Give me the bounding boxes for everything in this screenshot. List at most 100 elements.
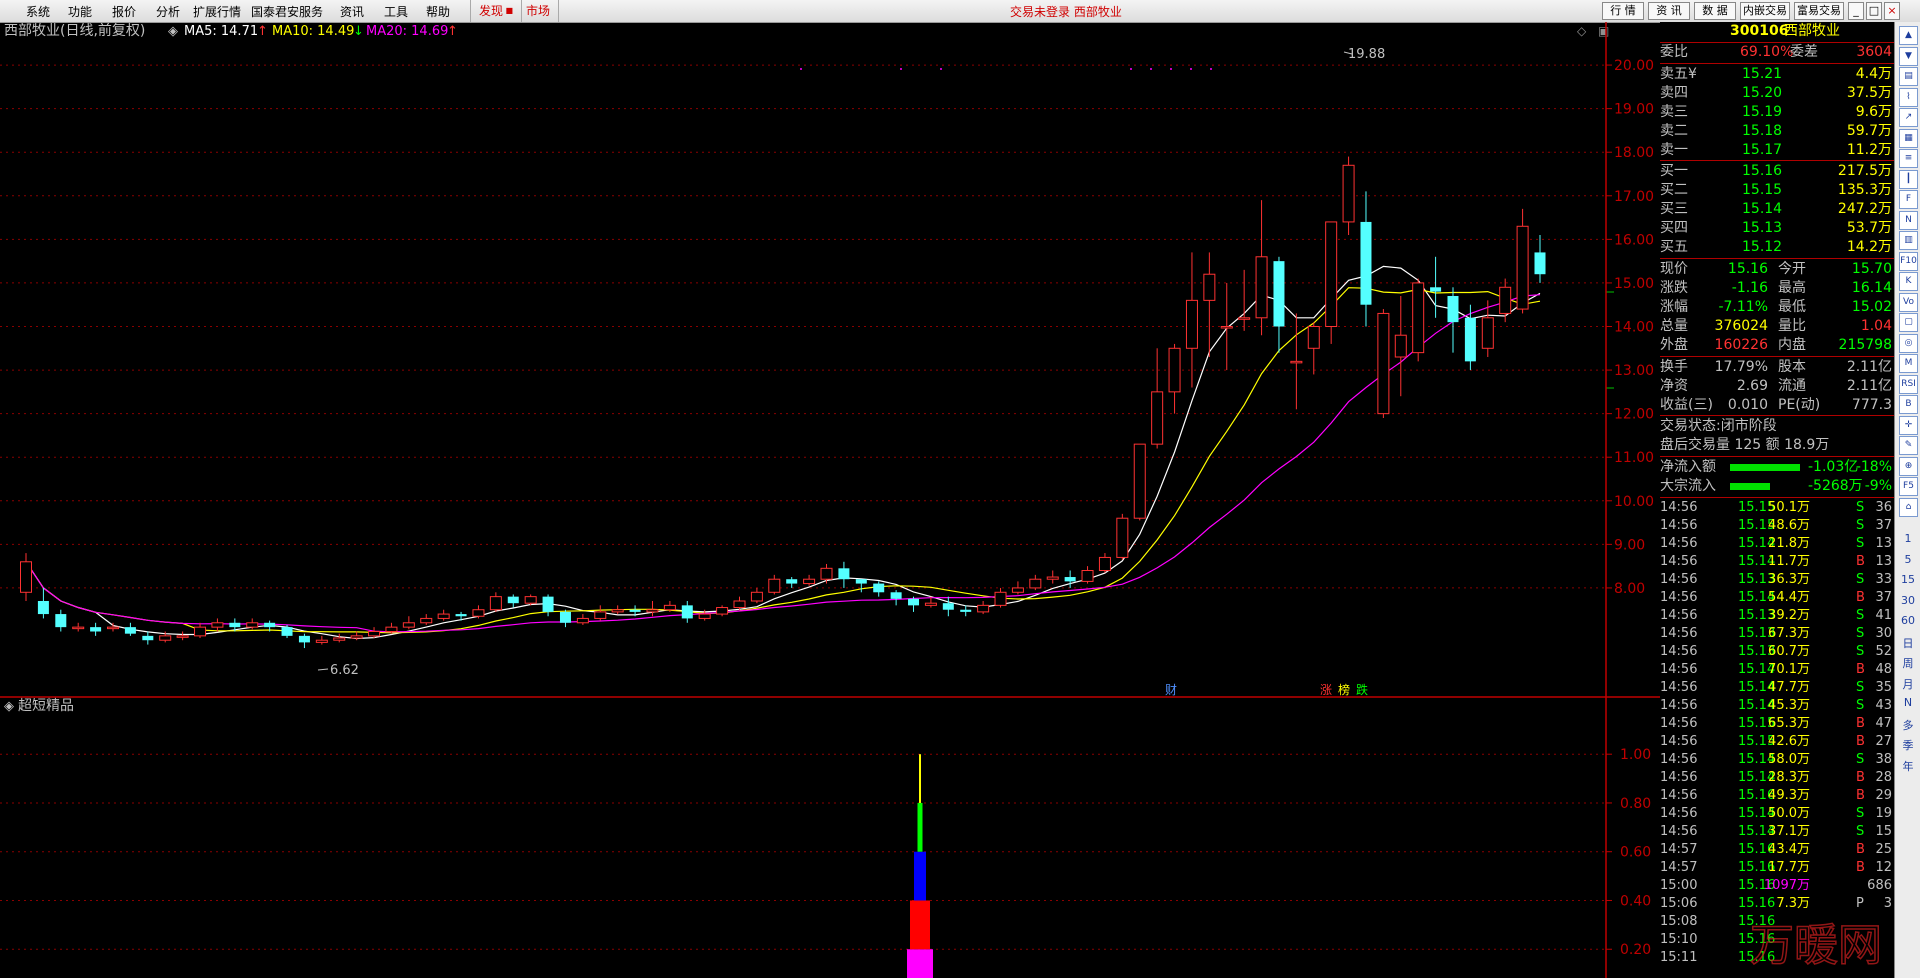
target-icon[interactable]: ◎ [1899,333,1918,353]
period-button[interactable]: 30 [1897,594,1919,607]
finance-marker[interactable]: 财 [1165,683,1177,697]
menu-discover[interactable]: 发现 ■ [470,0,523,22]
sell-level-row[interactable]: 卖二 15.18 59.7万 [1660,122,1894,141]
kline-icon[interactable]: K [1899,272,1918,291]
period-button[interactable]: 年 [1897,758,1919,774]
ranking-marker[interactable]: 榜 [1338,682,1350,697]
quote-stat2-row[interactable]: 换手 17.79% 股本 2.11亿 [1660,358,1894,377]
tick-row[interactable]: 14:56 15.15 42.6万 B 27 [1660,733,1894,751]
menu-item-tools[interactable]: 工具 [384,3,408,20]
settings-icon[interactable]: ◈ [168,24,178,39]
close-icon[interactable]: × [1884,2,1900,20]
buy-level-row[interactable]: 买三 15.14 247.2万 [1660,200,1894,219]
sell-level-row[interactable]: 卖一 15.17 11.2万 [1660,141,1894,160]
tick-row[interactable]: 14:56 15.14 58.0万 S 38 [1660,751,1894,769]
f10-icon[interactable]: F10 [1899,251,1918,271]
table-icon[interactable]: ▦ [1899,128,1918,148]
chart-icon[interactable]: ▥ [1899,231,1918,250]
rsi-icon[interactable]: RSI [1899,374,1918,394]
list-icon[interactable]: ≡ [1899,149,1918,168]
period-button[interactable]: 日 [1897,635,1919,651]
tick-row[interactable]: 14:56 15.14 28.3万 B 28 [1660,769,1894,787]
macd-icon[interactable]: M [1899,354,1918,373]
menu-item-help[interactable]: 帮助 [426,3,450,20]
kline-chart-area[interactable]: 20.00 19.00 18.00 17.00 16.00 15.00 14.00 13.00… [0,22,1660,978]
rise-marker[interactable]: 涨 [1320,682,1332,697]
trend-icon[interactable]: ↗ [1899,108,1918,127]
quote-stat-row[interactable]: 涨跌 -1.16 最高 16.14 [1660,279,1894,298]
minimize-icon[interactable]: _ [1848,2,1864,20]
sell-level-row[interactable]: 卖四 15.20 37.5万 [1660,84,1894,103]
menu-item-analysis[interactable]: 分析 [156,3,180,20]
period-button[interactable]: 60 [1897,614,1919,627]
period-button[interactable]: N [1897,696,1919,709]
tick-row[interactable]: 15:00 15.16 1097万 686 [1660,877,1894,895]
quote-stat-row[interactable]: 涨幅 -7.11% 最低 15.02 [1660,298,1894,317]
buy-level-row[interactable]: 买一 15.16 217.5万 [1660,162,1894,181]
tick-row[interactable]: 14:56 15.15 65.3万 B 47 [1660,715,1894,733]
menu-item-ext-market[interactable]: 扩展行情 [193,3,241,20]
period-button[interactable]: 周 [1897,655,1919,671]
indicator-icon[interactable]: Vo [1899,292,1918,312]
tick-row[interactable]: 14:56 15.13 36.3万 S 33 [1660,571,1894,589]
quote-stat-row[interactable]: 外盘 160226 内盘 215798 [1660,336,1894,355]
f5-icon[interactable]: F5 [1899,477,1918,496]
tick-row[interactable]: 14:56 15.15 48.6万 S 37 [1660,517,1894,535]
quote-stat2-row[interactable]: 净资 2.69 流通 2.11亿 [1660,377,1894,396]
btn-fuyi-trade[interactable]: 富易交易 [1794,2,1844,20]
buy-level-row[interactable]: 买二 15.15 135.3万 [1660,181,1894,200]
finance-icon[interactable]: F [1899,190,1918,209]
tick-row[interactable]: 14:56 15.13 39.2万 S 41 [1660,607,1894,625]
tick-row[interactable]: 14:56 15.14 11.7万 B 13 [1660,553,1894,571]
tick-row[interactable]: 14:57 15.16 17.7万 B 12 [1660,859,1894,877]
cross-icon[interactable]: ✛ [1899,415,1918,435]
line-chart-icon[interactable]: ⌇ [1899,87,1918,107]
up-arrow-icon[interactable]: ▲ [1899,26,1918,45]
home-icon[interactable]: ⌂ [1899,497,1918,517]
down-arrow-icon[interactable]: ▼ [1899,46,1918,66]
candlestick-icon[interactable]: ┃ [1899,169,1918,189]
maximize-icon[interactable]: □ [1866,2,1882,20]
tick-row[interactable]: 14:56 15.14 45.3万 S 43 [1660,697,1894,715]
boll-icon[interactable]: B [1899,395,1918,414]
period-button[interactable]: 月 [1897,676,1919,692]
tick-row[interactable]: 14:56 15.13 60.7万 S 52 [1660,643,1894,661]
bar-chart-icon[interactable]: ▤ [1899,67,1918,86]
tick-row[interactable]: 14:56 15.14 54.4万 B 37 [1660,589,1894,607]
fall-marker[interactable]: 跌 [1356,682,1368,697]
tick-row[interactable]: 14:56 15.14 50.0万 S 19 [1660,805,1894,823]
menu-item-function[interactable]: 功能 [68,3,92,20]
menu-item-news[interactable]: 资讯 [340,3,364,20]
quote-stat-row[interactable]: 现价 15.16 今开 15.70 [1660,260,1894,279]
news-icon[interactable]: N [1899,210,1918,230]
tick-row[interactable]: 14:56 15.14 70.1万 B 48 [1660,661,1894,679]
quote-stat2-row[interactable]: 收益(三) 0.010 PE(动) 777.3 [1660,396,1894,415]
btn-news[interactable]: 资 讯 [1648,2,1690,20]
sell-level-row[interactable]: 卖三 15.19 9.6万 [1660,103,1894,122]
buy-level-row[interactable]: 买四 15.13 53.7万 [1660,219,1894,238]
menu-item-gtja-service[interactable]: 国泰君安服务 [251,3,323,20]
buy-level-row[interactable]: 买五 15.12 14.2万 [1660,238,1894,257]
tick-row[interactable]: 14:56 15.15 50.1万 S 36 [1660,499,1894,517]
tick-row[interactable]: 14:56 15.14 21.8万 S 13 [1660,535,1894,553]
menu-market[interactable]: 市场 [518,0,560,22]
zoom-icon[interactable]: ⊕ [1899,456,1918,476]
period-button[interactable]: 多 [1897,717,1919,733]
window-icon[interactable]: ▢ [1899,313,1918,332]
tick-row[interactable]: 14:56 15.14 37.1万 S 15 [1660,823,1894,841]
tick-row[interactable]: 14:57 15.16 43.4万 B 25 [1660,841,1894,859]
menu-item-system[interactable]: 系统 [26,3,50,20]
quote-stat-row[interactable]: 总量 376024 量比 1.04 [1660,317,1894,336]
indicator-settings-icon[interactable]: ◈ [4,699,14,714]
menu-item-quote[interactable]: 报价 [112,3,136,20]
period-button[interactable]: 5 [1897,553,1919,566]
btn-embedded-trade[interactable]: 内嵌交易 [1740,2,1790,20]
period-button[interactable]: 15 [1897,573,1919,586]
sell-level-row[interactable]: 卖五¥ 15.21 4.4万 [1660,65,1894,84]
period-button[interactable]: 1 [1897,532,1919,545]
tick-row[interactable]: 14:56 15.13 67.3万 S 30 [1660,625,1894,643]
btn-data[interactable]: 数 据 [1694,2,1736,20]
tick-row[interactable]: 14:56 15.14 47.7万 S 35 [1660,679,1894,697]
window-icon[interactable]: ▣ [1598,24,1609,38]
period-button[interactable]: 季 [1897,737,1919,753]
